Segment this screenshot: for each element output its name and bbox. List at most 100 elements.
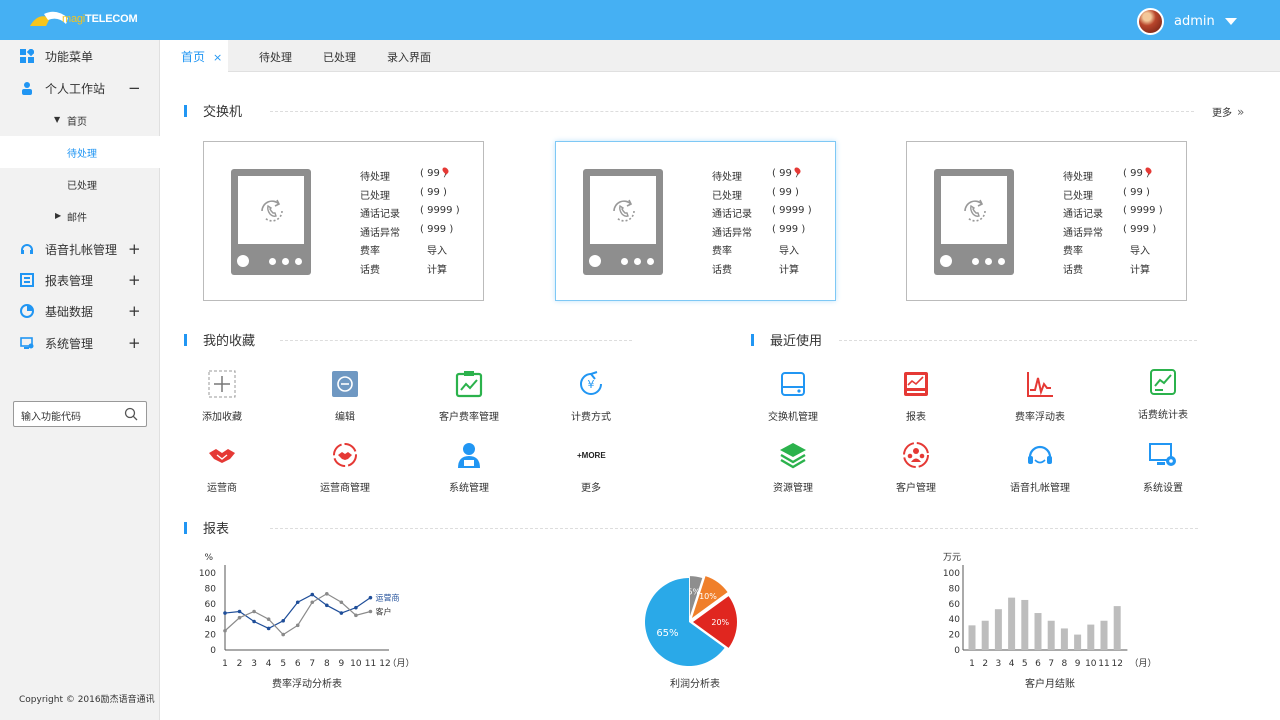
x-tick-label: 8 [1062,659,1068,669]
pin-wrap [793,166,802,179]
switch-card[interactable]: 待处理( 99 ) 已处理( 99 ) 通话记录( 9999 ) 通话异常( 999 … [555,141,836,301]
recent-label: 语音扎帐管理 [1010,483,1070,494]
customer-monthly-bar-chart: 万元0204060801001 2 3 4 5 6 7 8 9 10 11 12 （月）客户月结账 [943,553,1157,690]
device-dot [998,258,1005,265]
stat-value[interactable]: ( 99 ) [1123,187,1150,198]
avatar[interactable] [1137,7,1164,35]
device-dot [985,258,992,265]
collapse-icon[interactable]: − [128,81,141,96]
more-label[interactable]: 更多 [1212,104,1232,119]
sidebar-item-voice[interactable]: 语音扎帐管理 + [0,233,160,265]
function-code-search[interactable]: 输入功能代码 [13,401,147,427]
caret-down-icon[interactable] [1224,17,1237,25]
expand-icon[interactable]: + [128,242,141,257]
recent-customer[interactable]: 客户管理 [876,441,956,494]
sidebar-item-system[interactable]: 系统管理 + [0,327,160,359]
stat-value[interactable]: ( 999 ) [420,224,453,235]
y-tick-label: 100 [199,569,216,579]
fav-more[interactable]: +MORE 更多 [551,441,631,494]
stat-value[interactable]: ( 9999 ) [1123,205,1163,216]
fav-add[interactable]: 添加收藏 [182,370,262,423]
stat-label: 待处理 [1063,172,1093,183]
expand-icon[interactable]: + [128,336,141,351]
fav-operator[interactable]: 运营商 [182,441,262,494]
fav-edit[interactable]: 编辑 [305,370,385,423]
monitor-gear-icon [20,337,34,349]
sidebar-item-label: 功能菜单 [45,49,94,64]
user-name[interactable]: admin [1174,14,1215,29]
tab-label: 首页 [181,50,206,64]
more-link[interactable]: 更多 » [1212,104,1244,120]
tab-home[interactable]: 首页 × [160,40,228,72]
stat-value[interactable]: ( 999 ) [1123,224,1156,235]
recent-fee-stats[interactable]: 话费统计表 [1123,368,1203,421]
tab-processed[interactable]: 已处理 [323,40,356,72]
sidebar-item-mail[interactable]: ▶ 邮件 [0,200,160,232]
stat-value[interactable]: ( 9999 ) [420,205,460,216]
switch-card[interactable]: 待处理( 99 ) 已处理( 99 ) 通话记录( 9999 ) 通话异常( 999 … [203,141,484,301]
sidebar-item-basic[interactable]: 基础数据 + [0,295,160,327]
data-point [237,609,242,614]
fav-operator-manage[interactable]: 运营商管理 [305,441,385,494]
stat-value[interactable]: ( 99 ) [772,187,799,198]
chart-title: 客户月结账 [1025,677,1075,690]
sidebar-item-processed[interactable]: 已处理 [0,168,160,200]
fav-customer-rate[interactable]: 客户费率管理 [429,370,509,423]
tab-pending[interactable]: 待处理 [259,40,292,72]
stat-value[interactable]: 计算 [1130,261,1150,276]
pin-wrap [441,166,450,179]
stat-label: 待处理 [360,172,390,183]
top-bar: magiTELECOM admin [0,0,1280,40]
stat-value[interactable]: 导入 [1130,242,1150,257]
sidebar-item-workstation[interactable]: 个人工作站 − [0,72,160,104]
recent-switch-manage[interactable]: 交换机管理 [753,370,833,423]
expand-icon[interactable]: + [128,273,141,288]
stat-value[interactable]: ( 99 ) [420,187,447,198]
sidebar-item-home[interactable]: ▼ 首页 [0,104,160,136]
sidebar-item-label: 语音扎帐管理 [45,242,118,257]
user-menu[interactable]: admin [1137,7,1237,35]
stat-value[interactable]: 计算 [427,261,447,276]
stat-value[interactable]: ( 9999 ) [772,205,812,216]
switch-card[interactable]: 待处理( 99 ) 已处理( 99 ) 通话记录( 9999 ) 通话异常( 999 … [906,141,1187,301]
stat-value[interactable]: 计算 [779,261,799,276]
x-tick-label: 6 [295,659,301,669]
double-chevron-right-icon[interactable]: » [1237,105,1244,119]
x-tick-label: 1 [222,659,228,669]
tab-entry[interactable]: 录入界面 [387,40,431,72]
sidebar-item-pending[interactable]: 待处理 [0,136,160,168]
recent-system-settings[interactable]: 系统设置 [1123,441,1203,494]
x-tick-label: 4 [266,659,272,669]
expand-icon[interactable]: + [128,304,141,319]
fav-billing[interactable]: ¥ 计费方式 [551,370,631,423]
fav-label: 计费方式 [571,412,611,423]
data-point [354,613,358,618]
x-tick-label: 6 [1035,659,1041,669]
sidebar-item-report[interactable]: 报表管理 + [0,264,160,296]
fav-system-manage[interactable]: 系统管理 [429,441,509,494]
search-icon[interactable] [124,407,138,421]
favorites-section-header: 我的收藏 [184,330,634,350]
report-icon [20,273,34,287]
chart-title: 利润分析表 [670,677,720,690]
recent-report[interactable]: 报表 [876,370,956,423]
bar [1008,597,1016,650]
search-input[interactable]: 输入功能代码 [21,408,81,423]
stat-value[interactable]: ( 999 ) [772,224,805,235]
sidebar-item-label: 基础数据 [45,304,94,319]
recent-resource[interactable]: 资源管理 [753,441,833,494]
sidebar-item-menu[interactable]: 功能菜单 [0,40,160,72]
recent-voice[interactable]: 语音扎帐管理 [1000,441,1080,494]
series-line [224,593,371,630]
y-tick-label: 40 [949,615,961,625]
x-tick-label: 5 [1022,659,1028,669]
headset-icon [1028,445,1052,464]
stat-label: 通话异常 [1063,227,1103,239]
stat-value[interactable]: 导入 [427,242,447,257]
recent-rate-float[interactable]: 费率浮动表 [1000,370,1080,423]
divider [280,340,632,341]
slice-label: 20% [711,618,729,627]
close-icon[interactable]: × [213,51,222,64]
stat-value[interactable]: 导入 [779,242,799,257]
data-point [295,600,300,605]
